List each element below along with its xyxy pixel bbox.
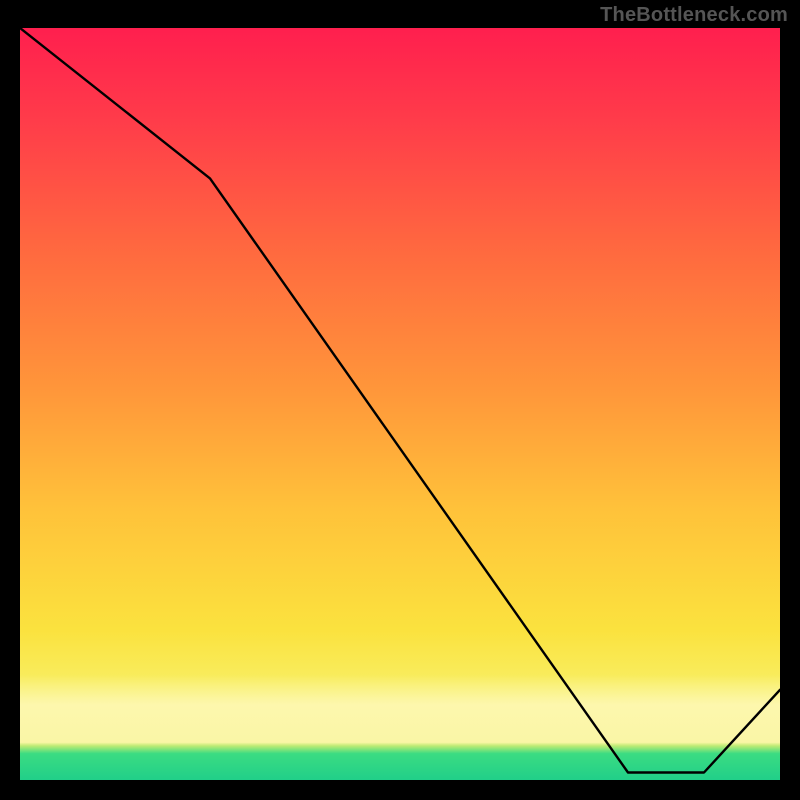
chart-frame: TheBottleneck.com (0, 0, 800, 800)
line-series (20, 28, 780, 780)
plot-area (20, 28, 780, 780)
watermark-text: TheBottleneck.com (600, 4, 788, 27)
